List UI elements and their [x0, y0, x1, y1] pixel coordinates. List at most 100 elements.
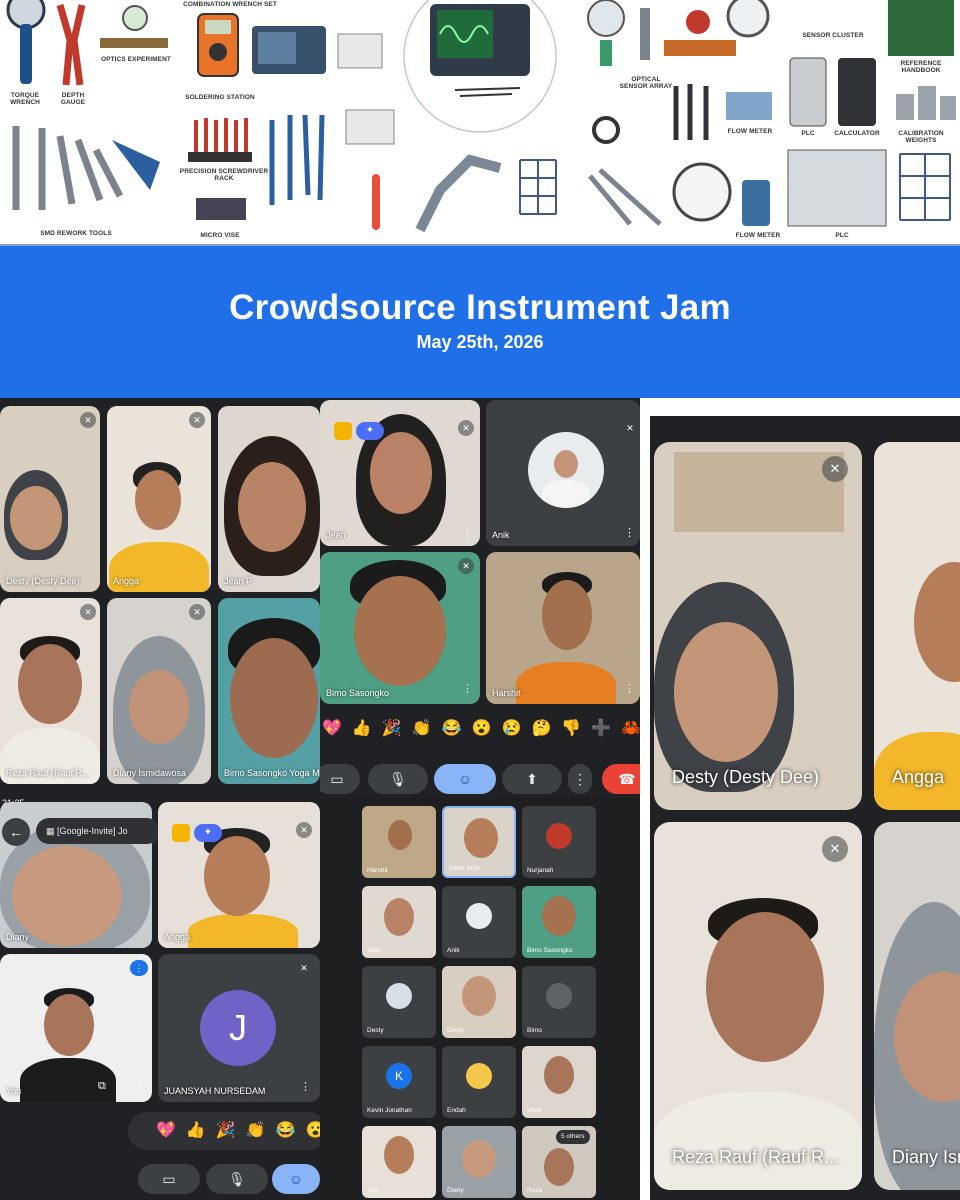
participant-tile[interactable]: Work — [522, 1046, 596, 1118]
soldering-gun-icon — [112, 140, 160, 190]
reaction-thumbs-down[interactable]: 👎 — [561, 718, 581, 738]
reaction-surprised[interactable]: 😮 — [472, 718, 492, 738]
present-button[interactable]: ⬆ — [502, 764, 562, 794]
gauge-icon — [6, 0, 46, 30]
share-screen-icon[interactable]: ⧉ — [98, 1080, 106, 1093]
pressure-gauge-icon — [726, 0, 770, 38]
back-arrow-icon[interactable]: ← — [2, 818, 30, 846]
more-options-icon[interactable]: ⋮ — [300, 1082, 311, 1093]
participant-tile[interactable]: Endah — [442, 1046, 516, 1118]
participant-name: You — [6, 1086, 22, 1096]
reaction-more[interactable]: ➕ — [591, 718, 611, 738]
participant-tile[interactable]: Gede Budi — [442, 806, 516, 878]
participant-tile[interactable]: ✕ Diany Ismidawosa — [107, 598, 211, 784]
participant-tile[interactable]: Jean P — [218, 406, 320, 592]
participant-name: Desty — [367, 1027, 384, 1034]
participant-tile[interactable]: ✕ Reza Rauf (Rauf R... — [654, 822, 862, 1190]
reaction-laugh[interactable]: 😂 — [276, 1120, 296, 1140]
reaction-crab[interactable]: 🦀 — [621, 718, 640, 738]
participant-tile[interactable]: Desty — [442, 966, 516, 1038]
emoji-button[interactable]: ☺ — [434, 764, 496, 794]
reaction-clap[interactable]: 👏 — [412, 718, 432, 738]
reaction-party[interactable]: 🎉 — [382, 718, 402, 738]
participant-tile[interactable]: ✕ Desty (Desty Dee) — [0, 406, 100, 592]
avatar: K — [386, 1063, 412, 1089]
mic-off-icon: ✕ — [296, 822, 312, 838]
breadboard-icon — [337, 33, 383, 69]
participant-tile[interactable]: ✕ Angga — [107, 406, 211, 592]
mic-off-icon: ✕ — [458, 558, 474, 574]
camera-button[interactable]: ▭ — [138, 1164, 200, 1194]
end-call-button[interactable]: ☎ — [602, 764, 640, 794]
participant-name: You — [367, 1187, 378, 1194]
participant-tile[interactable]: You — [362, 1126, 436, 1198]
participant-tile[interactable]: ✕ Desty (Desty Dee) — [654, 442, 862, 810]
reaction-thinking[interactable]: 🤔 — [531, 718, 551, 738]
participant-tile[interactable]: Harshit — [362, 806, 436, 878]
more-options-icon[interactable]: ⋮ — [462, 684, 473, 695]
participant-tile[interactable]: ✕ Reza Rauf (Rauf R... — [0, 598, 100, 784]
effects-icon[interactable] — [172, 824, 190, 842]
reaction-heart[interactable]: 💖 — [322, 718, 342, 738]
participant-name: Endah — [447, 1107, 466, 1114]
reaction-surprised[interactable]: 😮 — [306, 1120, 320, 1140]
participant-tile[interactable]: ⋮ You ⧉ ⋮ — [0, 954, 152, 1102]
participant-tile[interactable]: K Kevin Jonathan — [362, 1046, 436, 1118]
instrument-illustration: TORQUE WRENCH DEPTH GAUGE OPTICS EXPERIM… — [0, 0, 960, 246]
reaction-sad[interactable]: 😢 — [502, 718, 522, 738]
emoji-button[interactable]: ☺ — [272, 1164, 320, 1194]
participant-tile[interactable]: 5 others Reza — [522, 1126, 596, 1198]
participant-tile[interactable]: Anik — [442, 886, 516, 958]
more-options-button[interactable]: ⋮ — [568, 764, 592, 794]
others-badge[interactable]: 5 others — [556, 1130, 590, 1144]
sparkle-icon[interactable]: ✦ — [356, 422, 384, 440]
mic-button[interactable]: 🎙 — [368, 764, 428, 794]
participant-tile[interactable]: Bimo — [522, 966, 596, 1038]
reaction-laugh[interactable]: 😂 — [442, 718, 462, 738]
event-title: Crowdsource Instrument Jam — [229, 288, 731, 327]
participant-tile[interactable]: Bimo Sasongko — [522, 886, 596, 958]
participant-name: Jean — [326, 530, 346, 540]
participant-tile[interactable]: Diany Ism — [874, 822, 960, 1190]
more-options-icon[interactable]: ⋮ — [624, 684, 635, 695]
participant-tile[interactable]: Harshit ⋮ — [486, 552, 640, 704]
label-micro-vise: MICRO VISE — [200, 232, 240, 239]
participant-tile[interactable]: Diany — [442, 1126, 516, 1198]
more-options-icon[interactable]: ⋮ — [462, 528, 473, 539]
participant-tile[interactable]: Angga — [874, 442, 960, 810]
participant-tile[interactable]: ✕ Bimo Sasongko ⋮ — [320, 552, 480, 704]
participant-name: Angga — [892, 767, 945, 787]
participant-tile[interactable]: ✕ Anik ⋮ — [486, 400, 640, 546]
camera-button[interactable]: ▭ — [320, 764, 360, 794]
thermometer-icon — [372, 174, 380, 230]
reaction-heart[interactable]: 💖 — [156, 1120, 176, 1140]
participant-name: Desty (Desty Dee) — [6, 576, 80, 586]
screwdriver-rack-icon — [188, 152, 252, 162]
calibration-weights-icon — [896, 94, 914, 120]
vise-icon — [196, 198, 246, 220]
effects-icon[interactable] — [334, 422, 352, 440]
participant-tile[interactable]: ✦ ✕ Jean ⋮ — [320, 400, 480, 546]
participant-tile[interactable]: Nurjanah — [522, 806, 596, 878]
participant-tile[interactable]: J ✕ JUANSYAH NURSEDAM ⋮ — [158, 954, 320, 1102]
participant-name: Diany — [447, 1187, 464, 1194]
participant-tile[interactable]: Desty — [362, 966, 436, 1038]
magnifier-icon — [592, 116, 620, 144]
reaction-thumbs-up[interactable]: 👍 — [352, 718, 372, 738]
participant-tile[interactable]: Jean — [362, 886, 436, 958]
reaction-thumbs-up[interactable]: 👍 — [186, 1120, 206, 1140]
reaction-clap[interactable]: 👏 — [246, 1120, 266, 1140]
more-options-icon[interactable]: ⋮ — [134, 1082, 145, 1093]
participant-name: Desty — [447, 1027, 464, 1034]
invite-chip[interactable]: ▦ [Google-Invite] Jo — [36, 818, 160, 844]
participant-tile[interactable]: Bimo Sasongko Yoga M — [218, 598, 320, 784]
participant-tile[interactable]: ✦ ✕ Angga — [158, 802, 320, 948]
mic-off-icon: ✕ — [80, 412, 96, 428]
sparkle-icon[interactable]: ✦ — [194, 824, 222, 842]
avatar — [386, 983, 412, 1009]
pliers-icon — [56, 4, 86, 86]
label-depth-gauge: DEPTH GAUGE — [60, 92, 86, 106]
mic-button[interactable]: 🎙 — [206, 1164, 268, 1194]
reaction-party[interactable]: 🎉 — [216, 1120, 236, 1140]
more-options-icon[interactable]: ⋮ — [624, 528, 635, 539]
